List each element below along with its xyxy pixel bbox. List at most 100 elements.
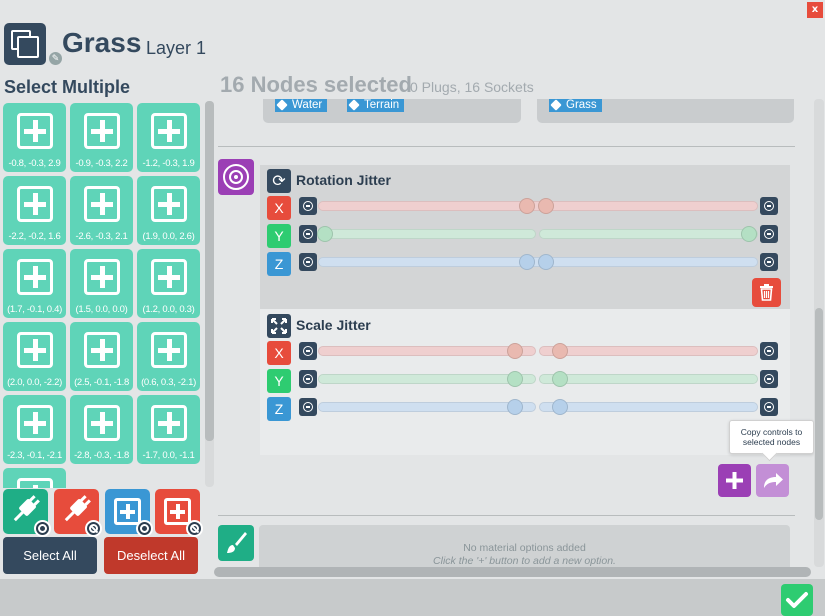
rotation-z-min-handle[interactable] <box>519 254 535 270</box>
node-tile[interactable]: (1.5, 0.0, 0.0) <box>70 249 133 318</box>
rotation-x-min-button[interactable] <box>299 197 317 215</box>
scale-x-min-button[interactable] <box>299 342 317 360</box>
add-node-icon <box>151 405 187 441</box>
rotation-y-slider-right[interactable] <box>539 229 758 239</box>
node-coordinates: -0.9, -0.3, 2.2 <box>75 158 128 169</box>
left-scrollbar-thumb[interactable] <box>205 101 214 441</box>
rotation-y-max-button[interactable] <box>760 225 778 243</box>
tag-box-right: Grass <box>537 99 794 123</box>
rotation-y-min-handle[interactable] <box>317 226 333 242</box>
scale-z-slider-left[interactable] <box>318 402 536 412</box>
node-tile[interactable]: (2.0, 0.0, -2.2) <box>3 322 66 391</box>
node-coordinates: -1.2, -0.3, 1.9 <box>142 158 195 169</box>
node-coordinates: (1.5, 0.0, 0.0) <box>75 304 128 315</box>
node-coordinates: -1.7, 0.0, -1.1 <box>142 450 195 461</box>
confirm-button[interactable] <box>781 584 813 616</box>
tag-terrain[interactable]: Terrain <box>347 99 405 112</box>
node-tile[interactable]: (1.9, 0.0, 2.6) <box>137 176 200 245</box>
scale-y-slider-right[interactable] <box>539 374 758 384</box>
tag-water[interactable]: Water <box>275 99 328 112</box>
scale-y-min-button[interactable] <box>299 370 317 388</box>
scale-y-slider-left[interactable] <box>318 374 536 384</box>
add-node-icon <box>151 332 187 368</box>
rotation-x-min-handle[interactable] <box>519 198 535 214</box>
node-tile[interactable]: -0.8, -0.3, 2.9 <box>3 103 66 172</box>
exclude-indicator-icon <box>85 520 102 537</box>
deselect-plugs-button[interactable] <box>54 489 102 537</box>
copy-controls-button[interactable] <box>756 464 789 497</box>
node-tile[interactable]: (1.2, 0.0, 0.3) <box>137 249 200 318</box>
scale-y-max-handle[interactable] <box>552 371 568 387</box>
scale-y-min-handle[interactable] <box>507 371 523 387</box>
scale-z-max-button[interactable] <box>760 398 778 416</box>
selection-subtitle: 0 Plugs, 16 Sockets <box>410 79 534 95</box>
node-tile[interactable]: (1.7, -0.1, 0.4) <box>3 249 66 318</box>
select-all-button[interactable]: Select All <box>3 537 97 574</box>
check-icon <box>786 592 808 608</box>
trash-icon <box>760 284 773 301</box>
node-tile[interactable]: -2.2, -0.2, 1.6 <box>3 176 66 245</box>
node-tile[interactable]: -2.6, -0.3, 2.1 <box>70 176 133 245</box>
node-tile[interactable]: -2.8, -0.3, -1.8 <box>70 395 133 464</box>
rotation-z-min-button[interactable] <box>299 253 317 271</box>
horizontal-scrollbar[interactable] <box>214 567 811 577</box>
close-window-button[interactable]: x <box>807 2 823 18</box>
rotation-jitter-title: Rotation Jitter <box>296 172 391 188</box>
edit-pencil-icon[interactable]: ✎ <box>48 51 63 66</box>
rotation-z-max-handle[interactable] <box>538 254 554 270</box>
node-coordinates: (1.9, 0.0, 2.6) <box>142 231 195 242</box>
scale-x-min-handle[interactable] <box>507 343 523 359</box>
node-coordinates: (2.0, 0.0, -2.2) <box>7 377 62 388</box>
node-coordinates: -0.8, -0.3, 2.9 <box>8 158 61 169</box>
add-node-icon <box>84 259 120 295</box>
scale-z-min-handle[interactable] <box>507 399 523 415</box>
divider <box>218 515 795 516</box>
delete-jitter-button[interactable] <box>752 278 781 307</box>
rotation-y-slider-left[interactable] <box>318 229 536 239</box>
rotation-z-max-button[interactable] <box>760 253 778 271</box>
node-tile[interactable]: -1.2, -0.3, 1.9 <box>137 103 200 172</box>
node-tile[interactable]: -2.3, -0.1, -2.1 <box>3 395 66 464</box>
include-indicator-icon <box>34 520 51 537</box>
material-hint-text: Click the '+' button to add a new option… <box>433 555 616 567</box>
tag-grass[interactable]: Grass <box>549 99 602 112</box>
add-node-icon <box>17 405 53 441</box>
add-node-icon <box>17 478 53 488</box>
scale-x-max-handle[interactable] <box>552 343 568 359</box>
node-tile[interactable]: (0.6, 0.3, -2.1) <box>137 322 200 391</box>
rotation-y-max-handle[interactable] <box>741 226 757 242</box>
add-jitter-button[interactable] <box>718 464 751 497</box>
rotation-x-max-button[interactable] <box>760 197 778 215</box>
tag-box-left: Water Terrain <box>263 99 521 123</box>
node-coordinates: -2.8, -0.3, -1.8 <box>74 450 129 461</box>
select-sockets-button[interactable] <box>105 489 153 537</box>
add-node-icon <box>84 113 120 149</box>
add-node-icon <box>151 259 187 295</box>
deselect-sockets-button[interactable] <box>155 489 203 537</box>
scale-x-axis-label: X <box>267 341 291 365</box>
node-tile[interactable]: -0.9, -0.3, 2.2 <box>70 103 133 172</box>
scale-z-slider-right[interactable] <box>539 402 758 412</box>
right-scrollbar-thumb[interactable] <box>815 308 823 520</box>
scale-y-max-button[interactable] <box>760 370 778 388</box>
select-multiple-heading: Select Multiple <box>4 77 131 97</box>
rotation-x-max-handle[interactable] <box>538 198 554 214</box>
add-node-icon <box>17 186 53 222</box>
select-plugs-button[interactable] <box>3 489 51 537</box>
rotation-x-axis-label: X <box>267 196 291 220</box>
scale-x-slider-left[interactable] <box>318 346 536 356</box>
include-indicator-icon <box>136 520 153 537</box>
scale-x-slider-right[interactable] <box>539 346 758 356</box>
node-tile[interactable]: -1.7, 0.0, -1.1 <box>137 395 200 464</box>
node-coordinates: (1.7, -0.1, 0.4) <box>7 304 62 315</box>
node-tile[interactable]: (2.5, -0.1, -1.8 <box>70 322 133 391</box>
plus-icon <box>726 472 743 489</box>
socket-plus-icon <box>114 498 141 525</box>
rotation-y-min-button[interactable] <box>299 225 317 243</box>
scale-jitter-title: Scale Jitter <box>296 317 371 333</box>
scale-z-min-button[interactable] <box>299 398 317 416</box>
scale-x-max-button[interactable] <box>760 342 778 360</box>
node-tile-partial[interactable] <box>3 468 66 488</box>
scale-z-max-handle[interactable] <box>552 399 568 415</box>
deselect-all-button[interactable]: Deselect All <box>104 537 198 574</box>
